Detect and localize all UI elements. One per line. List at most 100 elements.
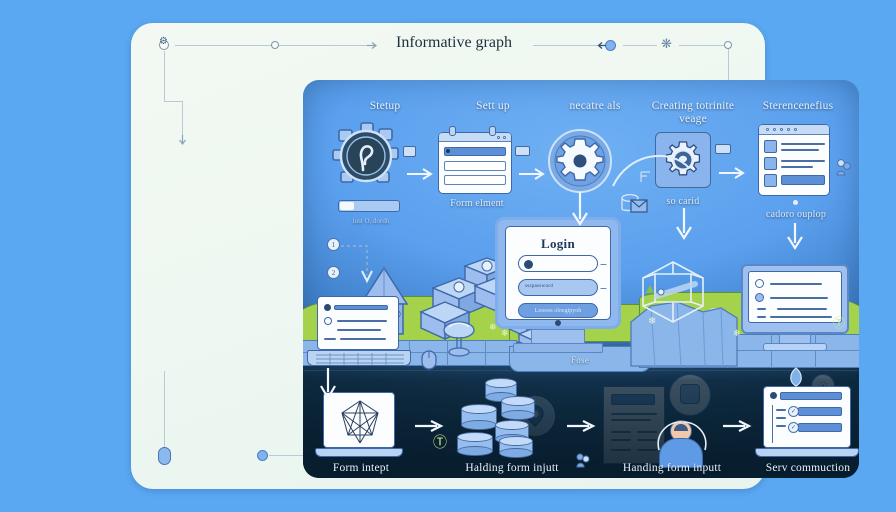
login-submit-button[interactable]: Loooos oloegipyoh xyxy=(518,303,598,318)
db-cyl-3 xyxy=(461,404,497,430)
gear-with-pointer-icon[interactable] xyxy=(331,120,405,194)
browser-row-bullet xyxy=(446,149,450,153)
chat-side-line-2 xyxy=(776,417,786,419)
arrow-down-icon-3 xyxy=(787,223,803,251)
login-monitor-power-led xyxy=(555,320,561,326)
top-node-right[interactable] xyxy=(724,41,732,49)
top-left-gear-icon: ⚙ xyxy=(159,36,168,47)
browser-list-dot-2 xyxy=(773,127,776,131)
arrow-right-icon-2 xyxy=(519,168,545,180)
chat-laptop-base xyxy=(755,448,859,457)
top-node-arrow-icon xyxy=(597,42,606,49)
password-input[interactable]: ssspassword xyxy=(518,279,598,296)
monitor-right-line-1 xyxy=(770,283,822,285)
monitor-right-line-2 xyxy=(770,297,828,299)
top-sparkle-gear-icon: ❋ xyxy=(661,36,672,51)
login-monitor-base xyxy=(513,343,603,353)
browser-dot-2 xyxy=(497,135,500,139)
left-dotted-path-icon xyxy=(341,245,373,284)
chat-msg-2 xyxy=(798,423,842,432)
clover-icon-3: ❄ xyxy=(648,316,657,327)
db-cyl-6 xyxy=(499,436,533,458)
diagram-panel: Stetup Sett up necatre als Creating totr… xyxy=(303,80,859,478)
doc-line-3 xyxy=(611,431,631,433)
list-thumb-2 xyxy=(764,157,777,170)
username-input[interactable] xyxy=(518,255,598,272)
network-laptop-base xyxy=(315,448,403,457)
laptop-left-bullet-1 xyxy=(324,304,331,311)
bottom-node-filled[interactable] xyxy=(257,450,268,461)
arrow-right-bottom-1 xyxy=(415,420,444,432)
arrow-right-bottom-3 xyxy=(723,420,752,432)
laptop-left-line-3 xyxy=(324,338,336,340)
doc-line-7 xyxy=(611,449,631,451)
login-monitor[interactable]: Login ssspassword Loooos oloegipyoh ⚊ ⚊ xyxy=(495,217,621,367)
leaf-accent-icon xyxy=(790,367,802,387)
doc-line-5 xyxy=(611,439,631,441)
left-vrail-lower xyxy=(164,371,165,451)
brick-joint-9 xyxy=(815,334,817,368)
laptop-left-bullet-2 xyxy=(324,317,332,325)
left-rail-arrow-icon xyxy=(179,135,186,145)
browser-window-icon[interactable] xyxy=(438,132,512,194)
chat-sidebar-rule xyxy=(772,405,774,443)
browser-list-dot-5 xyxy=(794,127,797,131)
second-label-2: cadoro ouplop xyxy=(765,209,827,220)
form-field-1[interactable] xyxy=(444,161,506,171)
label-dot xyxy=(793,200,798,205)
top-node-mid-small[interactable] xyxy=(271,41,279,49)
bottom-label-0: Form intept xyxy=(332,462,390,474)
gear-circle-icon[interactable] xyxy=(547,128,613,194)
chat-laptop-screen: ✓ ✓ xyxy=(763,386,851,448)
left-rail-branch xyxy=(164,101,182,102)
password-value: ssspassword xyxy=(525,284,554,289)
browser-tab-2 xyxy=(489,126,496,136)
browser-list-titlebar xyxy=(759,125,829,135)
list-line-3 xyxy=(781,160,825,162)
small-card-icon-2 xyxy=(715,144,731,154)
curved-connector-icon xyxy=(612,154,690,187)
monitor-right-line-6 xyxy=(770,316,832,318)
top-rail-r2 xyxy=(679,45,727,46)
list-thumb-1 xyxy=(764,140,777,153)
progress-bar-fill xyxy=(340,202,354,210)
chat-side-line-1 xyxy=(776,409,786,411)
list-line-1 xyxy=(781,143,825,145)
monitor-right-bullet-2 xyxy=(755,293,764,302)
password-key-icon: ⚊ xyxy=(599,282,607,291)
top-rail-arrow-icon xyxy=(367,42,377,49)
browser-list-icon[interactable] xyxy=(758,124,830,196)
avatar-curve-arrows xyxy=(657,421,707,451)
arrow-down-to-bottom-icon xyxy=(320,368,336,401)
list-cta-button[interactable] xyxy=(781,175,825,185)
grass-tuft-icon-1: Ⓣ xyxy=(833,316,846,330)
browser-tab-1 xyxy=(449,126,456,136)
db-cyl-5 xyxy=(457,432,493,456)
arrow-down-to-login-icon xyxy=(572,192,588,227)
left-pill-node[interactable] xyxy=(158,447,171,465)
form-field-2[interactable] xyxy=(444,175,506,185)
left-vrail-upper xyxy=(164,51,165,101)
top-label-4: Sterencenefius xyxy=(762,100,834,112)
chat-avatar-dot xyxy=(770,392,777,399)
monitor-right-line-5 xyxy=(757,316,766,318)
monitor-right-bullet-1 xyxy=(755,279,764,288)
arrow-right-bottom-2 xyxy=(567,420,596,432)
laptop-left-line-2 xyxy=(337,329,381,331)
chat-side-line-3 xyxy=(776,425,786,427)
monitor-right-line-3 xyxy=(777,308,827,310)
laptop-left-line-1 xyxy=(337,320,387,322)
chat-badge-2: ✓ xyxy=(788,422,799,433)
mouse-icon xyxy=(421,350,437,370)
bottom-label-3: Serv commuction xyxy=(765,462,851,474)
laptop-left-line-4 xyxy=(340,338,386,340)
monitor-right-screen xyxy=(748,271,842,323)
dim-caption: lost O. dordh xyxy=(352,217,390,225)
user-blob-icon xyxy=(836,158,852,176)
bottom-label-2: Handing form inputt xyxy=(622,462,722,474)
login-screen-bezel: Login ssspassword Loooos oloegipyoh ⚊ ⚊ xyxy=(495,217,621,329)
chat-search-bar xyxy=(780,392,842,400)
page-title: Informative graph xyxy=(396,34,512,51)
small-card-icon xyxy=(515,146,530,156)
database-stack-icon[interactable] xyxy=(451,378,543,460)
